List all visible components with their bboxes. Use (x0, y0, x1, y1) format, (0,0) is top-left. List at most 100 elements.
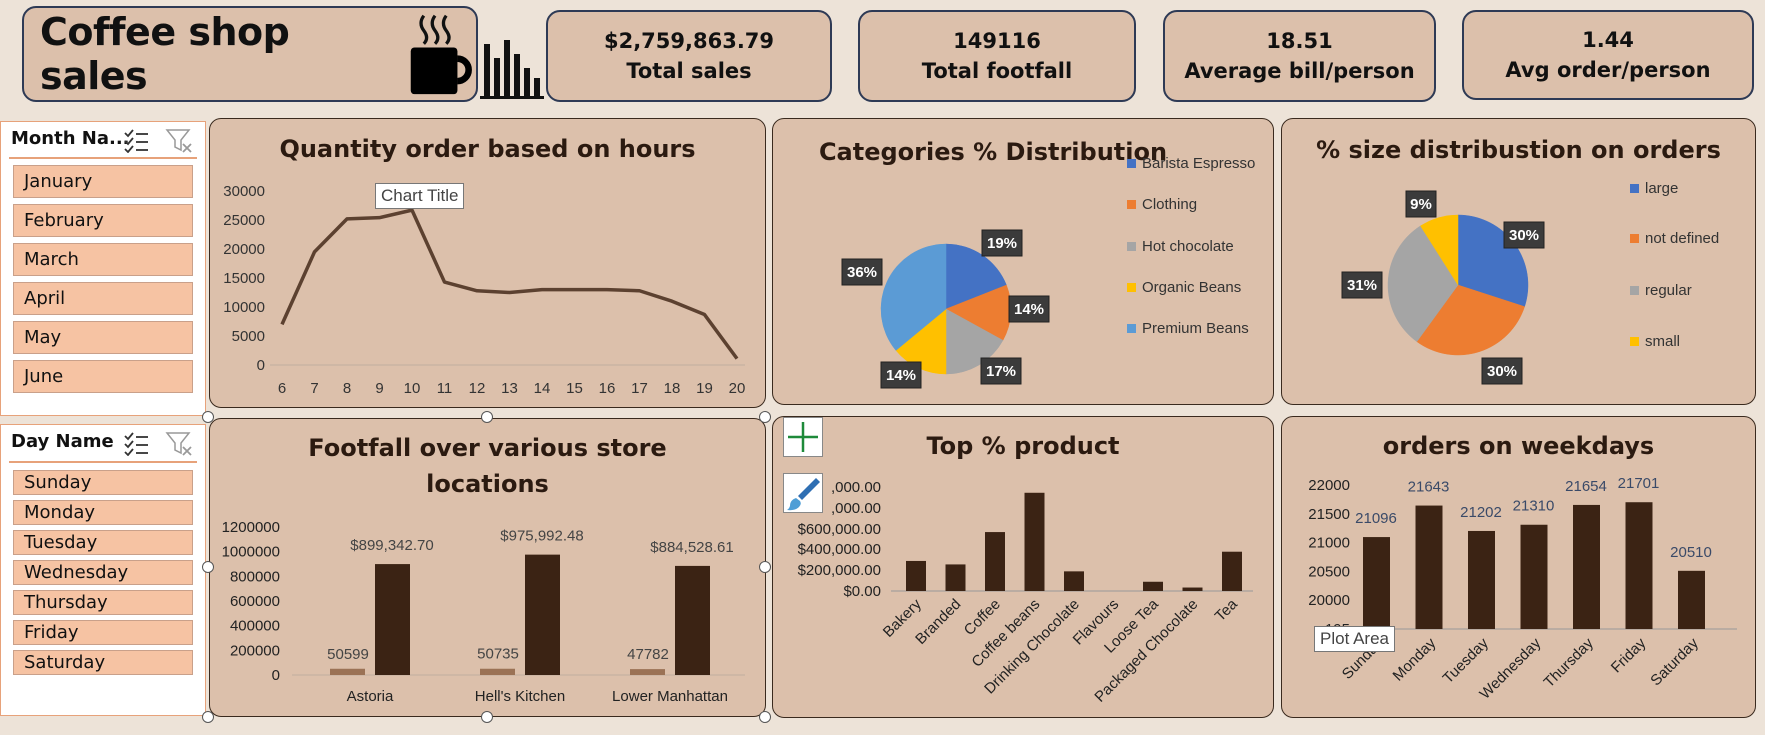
resize-handle[interactable] (202, 561, 214, 573)
month-item[interactable]: February (13, 204, 193, 237)
resize-handle[interactable] (759, 711, 771, 723)
day-item[interactable]: Friday (13, 620, 193, 645)
weekday-bar (1415, 505, 1443, 629)
size-pie-chart[interactable]: % size distribustion on orders 30% 30% 31%… (1281, 118, 1756, 405)
y-tick-label: 0 (272, 667, 280, 684)
x-tick-label: 6 (278, 380, 286, 397)
y-tick-label: ,000.00 (831, 500, 881, 517)
data-label: $884,528.61 (650, 539, 733, 556)
month-item[interactable]: March (13, 243, 193, 276)
kpi-value: $2,759,863.79 (603, 29, 775, 53)
legend-swatch (1630, 337, 1639, 346)
data-label: 20510 (1670, 544, 1712, 561)
data-label: 30% (1487, 363, 1517, 380)
weekday-orders-chart[interactable]: orders on weekdays 22000 21500 21000 20500 2… (1281, 416, 1756, 718)
multi-select-icon[interactable] (123, 129, 149, 153)
y-tick-label: 22000 (1308, 477, 1350, 494)
weekday-bar (1468, 530, 1495, 629)
legend-swatch (1127, 159, 1136, 168)
resize-handle[interactable] (481, 711, 493, 723)
y-tick-label: 10000 (223, 299, 265, 316)
add-chart-element-button[interactable] (783, 417, 823, 457)
footfall-bar-svg: 1200000 1000000 800000 600000 400000 200000 0 5… (222, 519, 745, 705)
weekday-bar (1573, 504, 1600, 629)
resize-handle[interactable] (759, 561, 771, 573)
y-tick-label: 21500 (1308, 506, 1350, 523)
x-tick-label: 18 (664, 380, 681, 397)
data-label: 21654 (1565, 478, 1607, 495)
weekday-bar (1520, 524, 1548, 629)
y-tick-label: 20500 (1308, 563, 1350, 580)
legend-label: Organic Beans (1142, 279, 1241, 296)
legend-swatch (1630, 286, 1639, 295)
data-label: 21096 (1355, 510, 1397, 527)
day-item[interactable]: Saturday (13, 650, 193, 675)
weekday-bar (1678, 570, 1705, 629)
kpi-value: 149116 (953, 29, 1041, 53)
x-tick-label: Astoria (347, 688, 394, 705)
x-tick-label: 7 (310, 380, 318, 397)
legend-swatch (1630, 234, 1639, 243)
legend-swatch (1127, 242, 1136, 251)
x-tick-label: 12 (469, 380, 486, 397)
weekday-bar (1363, 537, 1390, 629)
product-bar (985, 532, 1005, 591)
bar-footfall (330, 668, 365, 675)
series-line (280, 208, 739, 360)
month-item[interactable]: April (13, 282, 193, 315)
product-bar (906, 560, 926, 591)
x-tick-label: 20 (729, 380, 746, 397)
month-item[interactable]: June (13, 360, 193, 393)
bar-footfall (480, 668, 515, 675)
month-item[interactable]: January (13, 165, 193, 198)
legend-swatch (1127, 324, 1136, 333)
kpi-total-footfall: 149116 Total footfall (858, 10, 1136, 102)
product-bar (1222, 551, 1242, 591)
y-tick-label: 25000 (223, 212, 265, 229)
legend-swatch (1630, 184, 1639, 193)
month-slicer[interactable]: Month Na... January February March April… (0, 121, 206, 416)
y-tick-label: 200000 (230, 642, 280, 659)
x-tick-label: 8 (343, 380, 351, 397)
resize-handle[interactable] (481, 411, 493, 423)
clear-filter-icon[interactable] (165, 128, 193, 154)
bar-sales (375, 564, 410, 675)
hourly-quantity-chart[interactable]: Quantity order based on hours 30000 25000… (209, 118, 766, 408)
product-bar (945, 564, 966, 591)
data-label: 30% (1509, 227, 1539, 244)
day-item[interactable]: Thursday (13, 590, 193, 615)
multi-select-icon[interactable] (123, 432, 149, 456)
day-item[interactable]: Tuesday (13, 530, 193, 555)
y-tick-label: 800000 (230, 568, 280, 585)
day-item[interactable]: Wednesday (13, 560, 193, 585)
y-tick-label: 600000 (230, 593, 280, 610)
y-tick-label: $0.00 (843, 583, 881, 600)
top-product-chart[interactable]: Top % product ,000.00,000.00 $600,000.00 $… (772, 416, 1274, 718)
data-label: 21701 (1618, 475, 1660, 492)
legend-swatch (1127, 200, 1136, 209)
chart-styles-icon (787, 478, 820, 511)
footfall-locations-chart[interactable]: Footfall over various store locations 12… (209, 418, 766, 717)
data-label: 14% (886, 367, 916, 384)
resize-handle[interactable] (202, 411, 214, 423)
x-tick-label: 14 (534, 380, 551, 397)
add-chart-element-icon (788, 422, 818, 452)
chart-styles-button[interactable] (783, 473, 823, 513)
legend-label: large (1645, 180, 1678, 197)
kpi-average-bill: 18.51 Average bill/person (1163, 10, 1436, 102)
month-item[interactable]: May (13, 321, 193, 354)
day-item[interactable]: Monday (13, 500, 193, 525)
y-tick-label: 20000 (223, 241, 265, 258)
y-tick-label: $400,000.00 (798, 541, 881, 558)
day-slicer[interactable]: Day Name Sunday Monday Tuesday Wednesday… (0, 424, 206, 716)
size-pie-svg: 30% 30% 31% 9% large not defined regular small (1341, 180, 1719, 385)
slicer-divider (9, 157, 197, 159)
clear-filter-icon[interactable] (165, 431, 193, 457)
data-label: 19% (987, 235, 1017, 252)
categories-pie-chart[interactable]: Categories % Distribution 19% 14% 17% 14% 36… (772, 118, 1274, 405)
resize-handle[interactable] (759, 411, 771, 423)
legend-label: not defined (1645, 230, 1719, 247)
day-item[interactable]: Sunday (13, 470, 193, 495)
data-label: 14% (1014, 301, 1044, 318)
resize-handle[interactable] (202, 711, 214, 723)
